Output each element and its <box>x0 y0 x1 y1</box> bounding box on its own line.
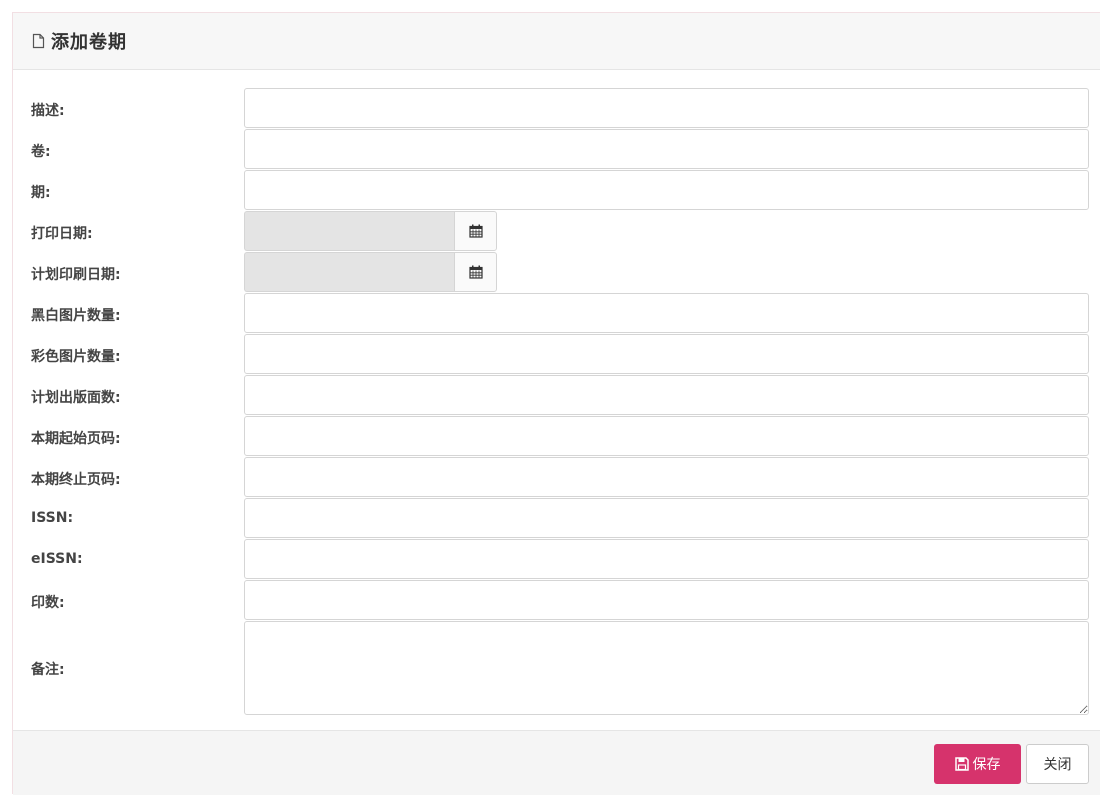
planned-print-date-calendar-button[interactable] <box>454 252 497 292</box>
dialog-header: 添加卷期 <box>13 13 1100 70</box>
volume-label: 卷: <box>31 144 51 160</box>
end-page-input[interactable] <box>244 457 1089 497</box>
issn-input[interactable] <box>244 498 1089 538</box>
save-button-label: 保存 <box>972 757 1001 773</box>
planned-print-date-input[interactable] <box>244 252 454 292</box>
color-images-label: 彩色图片数量: <box>31 349 121 365</box>
eissn-input[interactable] <box>244 539 1089 579</box>
save-icon <box>954 757 969 771</box>
notes-textarea[interactable] <box>244 621 1089 715</box>
close-button[interactable]: 关闭 <box>1026 744 1089 784</box>
issn-label: ISSN: <box>31 510 74 526</box>
start-page-label: 本期起始页码: <box>31 431 121 447</box>
start-page-input[interactable] <box>244 416 1089 456</box>
end-page-label: 本期终止页码: <box>31 472 121 488</box>
dialog-title: 添加卷期 <box>51 32 127 53</box>
calendar-icon <box>468 224 483 238</box>
add-issue-dialog: 添加卷期 描述: 卷: 期: 打印日期: 计划印刷日期: 黑白图片数量: 彩色图… <box>12 12 1100 795</box>
dialog-footer: 保存 关闭 <box>13 730 1100 795</box>
calendar-icon <box>468 265 483 279</box>
bw-images-input[interactable] <box>244 293 1089 333</box>
print-count-input[interactable] <box>244 580 1089 620</box>
print-date-input[interactable] <box>244 211 454 251</box>
volume-input[interactable] <box>244 129 1089 169</box>
print-date-label: 打印日期: <box>31 226 93 242</box>
save-button[interactable]: 保存 <box>934 744 1021 784</box>
description-label: 描述: <box>31 103 65 119</box>
issue-input[interactable] <box>244 170 1089 210</box>
planned-print-date-group <box>244 252 497 292</box>
issue-label: 期: <box>31 185 51 201</box>
color-images-input[interactable] <box>244 334 1089 374</box>
notes-label: 备注: <box>31 662 65 678</box>
print-date-group <box>244 211 497 251</box>
print-count-label: 印数: <box>31 595 65 611</box>
planned-pages-label: 计划出版面数: <box>31 390 121 406</box>
bw-images-label: 黑白图片数量: <box>31 308 121 324</box>
eissn-label: eISSN: <box>31 551 83 567</box>
document-icon <box>32 33 45 49</box>
print-date-calendar-button[interactable] <box>454 211 497 251</box>
planned-pages-input[interactable] <box>244 375 1089 415</box>
description-input[interactable] <box>244 88 1089 128</box>
planned-print-date-label: 计划印刷日期: <box>31 267 121 283</box>
